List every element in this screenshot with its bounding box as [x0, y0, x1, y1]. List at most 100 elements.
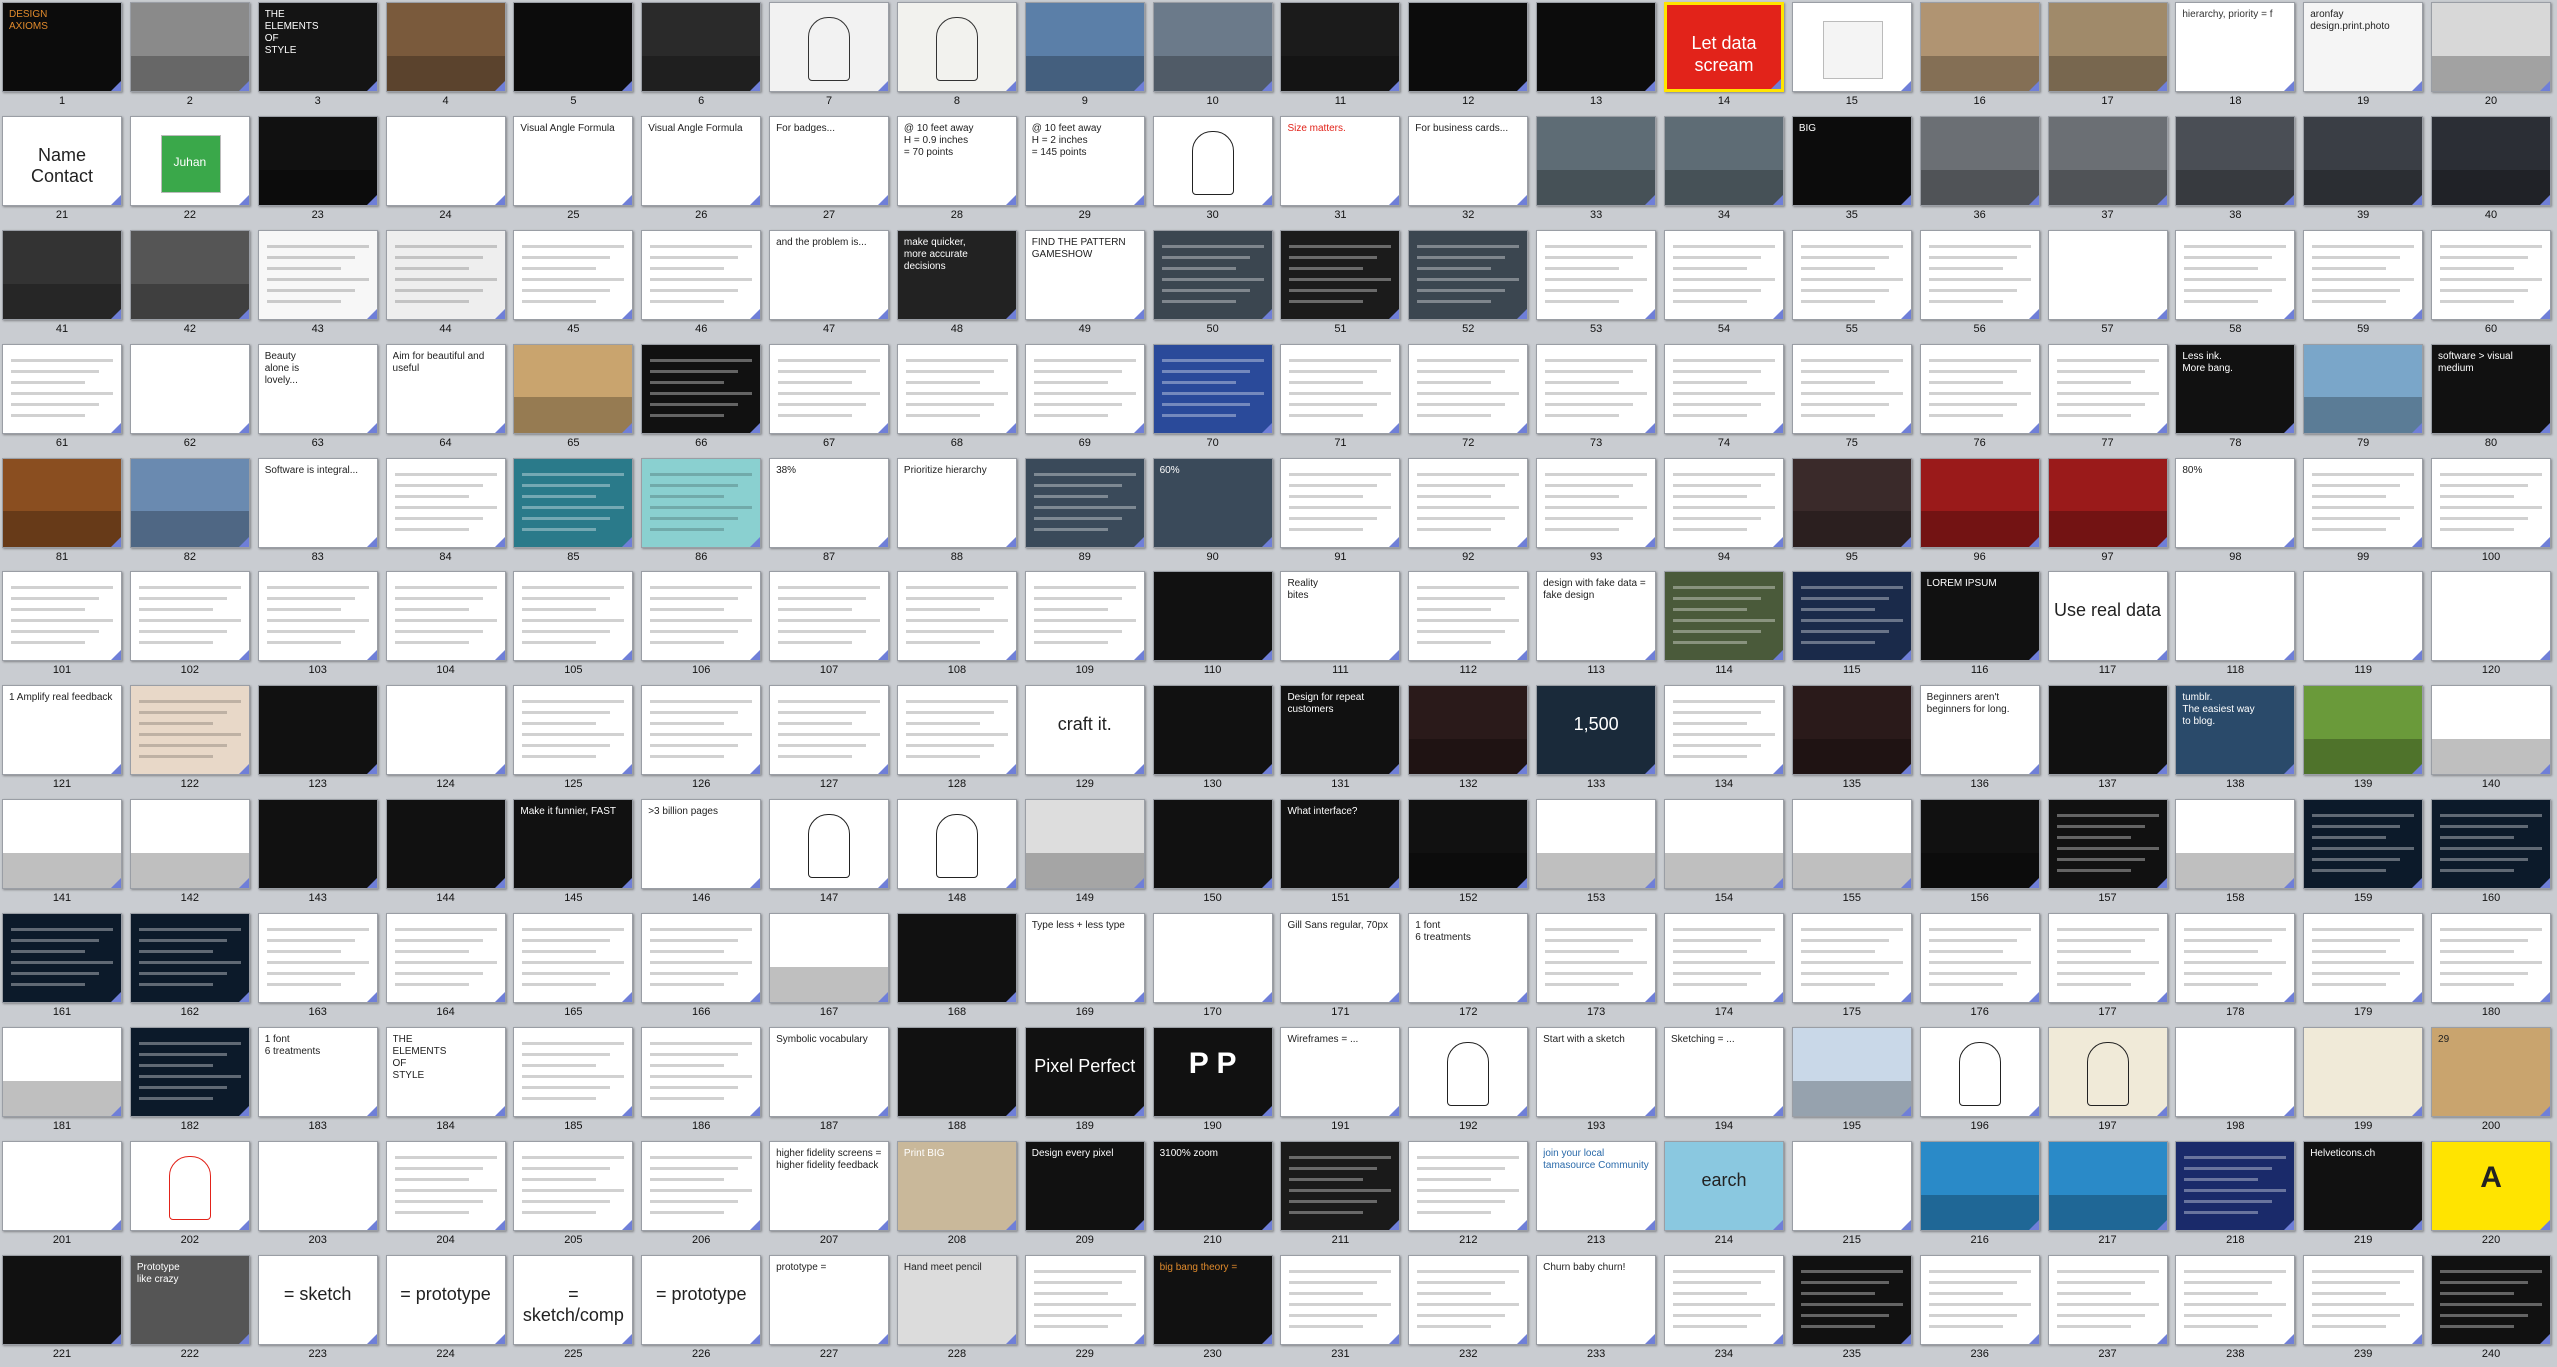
slide-cell[interactable]: = sketch/comp 225	[511, 1253, 639, 1367]
slide-thumbnail[interactable]	[1152, 115, 1273, 206]
slide-thumbnail[interactable]	[2047, 913, 2168, 1004]
slide-cell[interactable]: 197	[2046, 1025, 2174, 1139]
slide-cell[interactable]: 66	[639, 342, 767, 456]
slide-cell[interactable]: 163	[256, 911, 384, 1025]
slide-thumbnail[interactable]: higher fidelity screens = higher fidelit…	[769, 1140, 890, 1231]
slide-cell[interactable]: Symbolic vocabulary 187	[767, 1025, 895, 1139]
slide-thumbnail[interactable]	[641, 913, 762, 1004]
slide-cell[interactable]: 173	[1534, 911, 1662, 1025]
slide-thumbnail[interactable]	[385, 2, 506, 92]
slide-cell[interactable]: 56	[1918, 228, 2046, 342]
slide-cell[interactable]: 33	[1534, 114, 1662, 228]
slide-thumbnail[interactable]	[257, 685, 378, 776]
slide-thumbnail[interactable]	[513, 1027, 634, 1118]
slide-cell[interactable]: aronfay design.print.photo 19	[2301, 0, 2429, 114]
slide-thumbnail[interactable]	[1791, 457, 1912, 548]
slide-cell[interactable]: 181	[0, 1025, 128, 1139]
slide-cell[interactable]: 95	[1790, 456, 1918, 570]
slide-thumbnail[interactable]	[1408, 229, 1529, 320]
slide-thumbnail[interactable]: design with fake data = fake design	[1536, 571, 1657, 662]
slide-cell[interactable]: 103	[256, 569, 384, 683]
slide-cell[interactable]: 84	[384, 456, 512, 570]
slide-thumbnail[interactable]	[129, 799, 250, 890]
slide-thumbnail[interactable]: software > visual medium	[2431, 343, 2552, 434]
slide-thumbnail[interactable]: For badges...	[769, 115, 890, 206]
slide-thumbnail[interactable]	[2175, 799, 2296, 890]
slide-thumbnail[interactable]: 1 font 6 treatments	[257, 1027, 378, 1118]
slide-cell[interactable]: 54	[1662, 228, 1790, 342]
slide-cell[interactable]: 101	[0, 569, 128, 683]
slide-cell[interactable]: 41	[0, 228, 128, 342]
slide-thumbnail[interactable]	[385, 799, 506, 890]
slide-thumbnail[interactable]: Make it funnier, FAST	[513, 799, 634, 890]
slide-thumbnail[interactable]	[2431, 229, 2552, 320]
slide-thumbnail[interactable]: Beginners aren't beginners for long.	[1919, 685, 2040, 776]
slide-cell[interactable]: 57	[2046, 228, 2174, 342]
slide-thumbnail[interactable]	[769, 799, 890, 890]
slide-cell[interactable]: A 220	[2429, 1139, 2557, 1253]
slide-thumbnail[interactable]: Wireframes = ...	[1280, 1027, 1401, 1118]
slide-cell[interactable]: 128	[895, 683, 1023, 797]
slide-cell[interactable]: 67	[767, 342, 895, 456]
slide-thumbnail[interactable]	[769, 571, 890, 662]
slide-cell[interactable]: 149	[1023, 797, 1151, 911]
slide-thumbnail[interactable]	[513, 457, 634, 548]
slide-cell[interactable]: 69	[1023, 342, 1151, 456]
slide-cell[interactable]: Visual Angle Formula 25	[511, 114, 639, 228]
slide-thumbnail[interactable]	[896, 799, 1017, 890]
slide-thumbnail[interactable]	[1663, 685, 1784, 776]
slide-cell[interactable]: Helveticons.ch 219	[2301, 1139, 2429, 1253]
slide-thumbnail[interactable]	[2431, 1254, 2552, 1345]
slide-cell[interactable]: 186	[639, 1025, 767, 1139]
slide-thumbnail[interactable]	[1152, 799, 1273, 890]
slide-thumbnail[interactable]	[2303, 1254, 2424, 1345]
slide-thumbnail[interactable]: = sketch/comp	[513, 1254, 634, 1345]
slide-thumbnail[interactable]	[641, 2, 762, 92]
slide-thumbnail[interactable]	[2047, 2, 2168, 92]
slide-cell[interactable]: 60	[2429, 228, 2557, 342]
slide-thumbnail[interactable]	[1024, 343, 1145, 434]
slide-cell[interactable]: What interface? 151	[1278, 797, 1406, 911]
slide-cell[interactable]: 216	[1918, 1139, 2046, 1253]
slide-thumbnail[interactable]	[1024, 457, 1145, 548]
slide-cell[interactable]: 112	[1406, 569, 1534, 683]
slide-cell[interactable]: = prototype 224	[384, 1253, 512, 1367]
slide-cell[interactable]: 125	[511, 683, 639, 797]
slide-thumbnail[interactable]	[641, 229, 762, 320]
slide-cell[interactable]: prototype = 227	[767, 1253, 895, 1367]
slide-thumbnail[interactable]	[513, 1140, 634, 1231]
slide-thumbnail[interactable]	[1919, 1254, 2040, 1345]
slide-cell[interactable]: 177	[2046, 911, 2174, 1025]
slide-thumbnail[interactable]	[2, 799, 122, 890]
slide-cell[interactable]: 9	[1023, 0, 1151, 114]
slide-thumbnail[interactable]	[641, 343, 762, 434]
slide-thumbnail[interactable]	[2303, 799, 2424, 890]
slide-cell[interactable]: 150	[1151, 797, 1279, 911]
slide-cell[interactable]: >3 billion pages 146	[639, 797, 767, 911]
slide-cell[interactable]: 204	[384, 1139, 512, 1253]
slide-cell[interactable]: 211	[1278, 1139, 1406, 1253]
slide-thumbnail[interactable]	[129, 457, 250, 548]
slide-thumbnail[interactable]	[769, 2, 890, 92]
slide-cell[interactable]: 79	[2301, 342, 2429, 456]
slide-thumbnail[interactable]	[1663, 1254, 1784, 1345]
slide-thumbnail[interactable]	[1791, 1140, 1912, 1231]
slide-cell[interactable]: 100	[2429, 456, 2557, 570]
slide-thumbnail[interactable]	[2431, 115, 2552, 206]
slide-thumbnail[interactable]: THE ELEMENTS OF STYLE	[257, 2, 378, 92]
slide-thumbnail[interactable]: THE ELEMENTS OF STYLE	[385, 1027, 506, 1118]
slide-cell[interactable]: 176	[1918, 911, 2046, 1025]
slide-thumbnail[interactable]	[257, 799, 378, 890]
slide-thumbnail[interactable]	[2047, 1027, 2168, 1118]
slide-cell[interactable]: 70	[1151, 342, 1279, 456]
slide-cell[interactable]: 7	[767, 0, 895, 114]
slide-cell[interactable]: 44	[384, 228, 512, 342]
slide-thumbnail[interactable]	[1791, 229, 1912, 320]
slide-cell[interactable]: Beauty alone is lovely... 63	[256, 342, 384, 456]
slide-cell[interactable]: 154	[1662, 797, 1790, 911]
slide-cell[interactable]: 38	[2173, 114, 2301, 228]
slide-cell[interactable]: 104	[384, 569, 512, 683]
slide-cell[interactable]: 3100% zoom 210	[1151, 1139, 1279, 1253]
slide-cell[interactable]: 144	[384, 797, 512, 911]
slide-cell[interactable]: 165	[511, 911, 639, 1025]
